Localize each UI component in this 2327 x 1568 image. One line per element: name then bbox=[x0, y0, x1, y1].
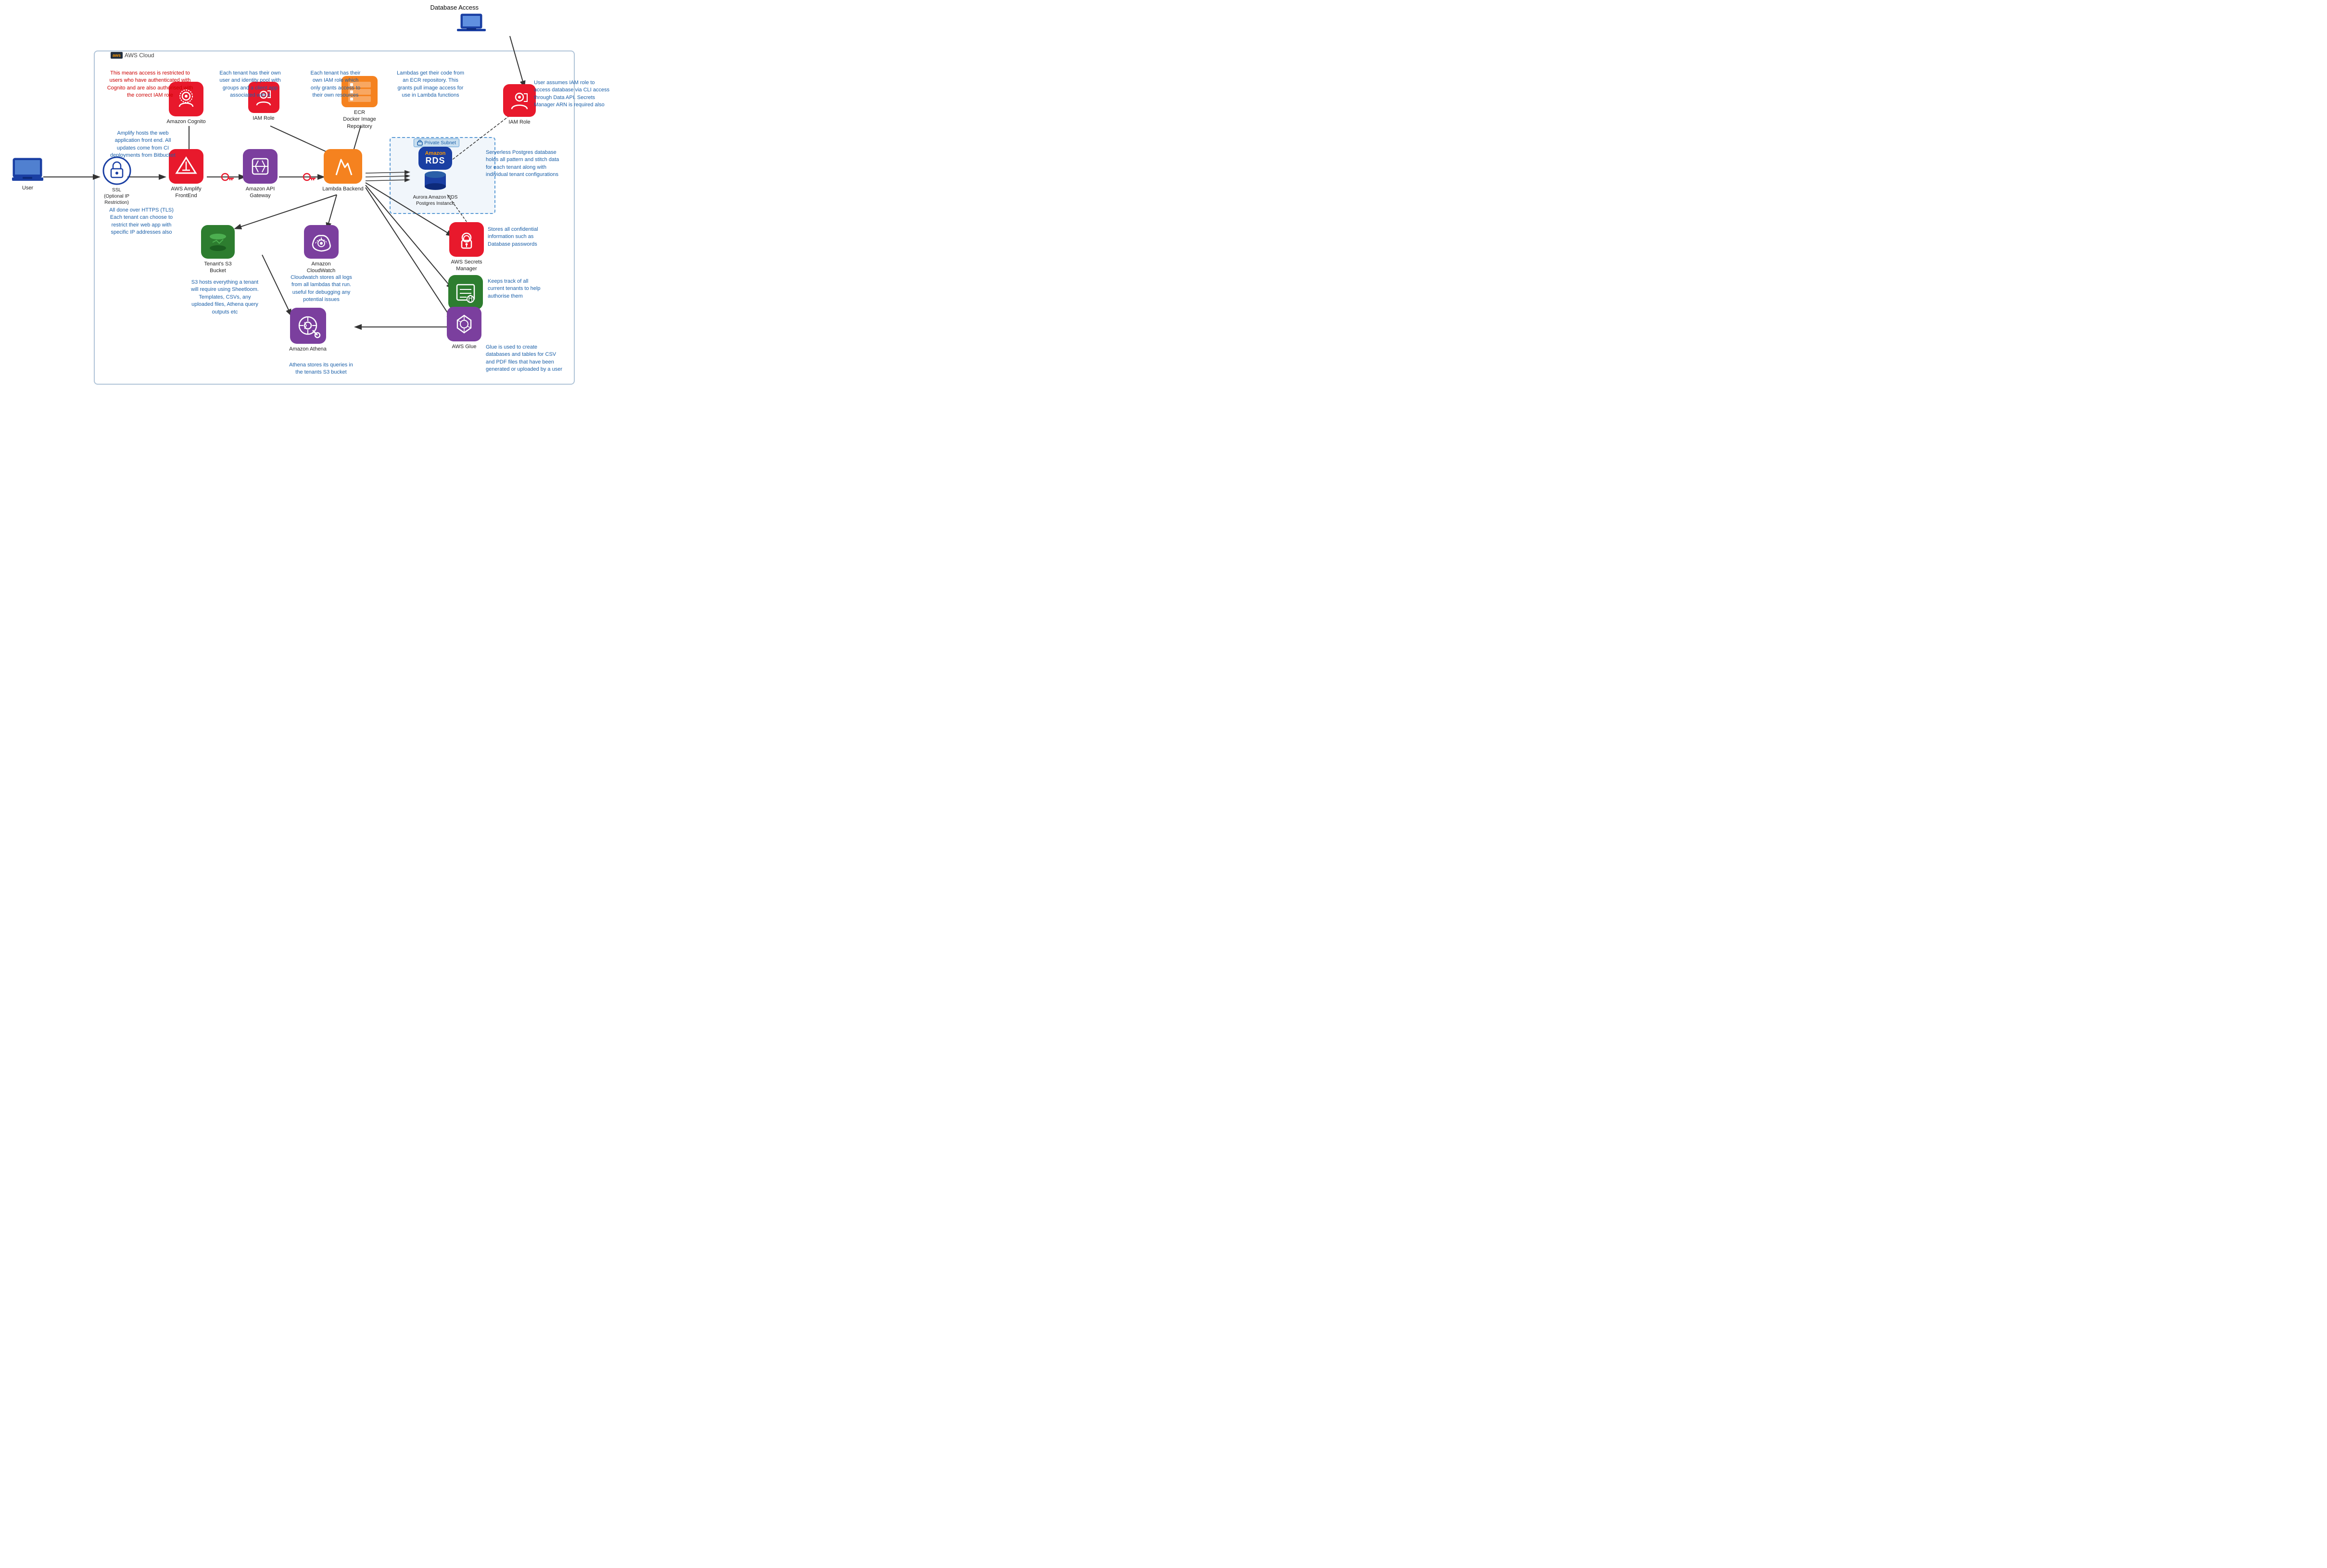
https-annotation: All done over HTTPS (TLS)Each tenant can… bbox=[103, 207, 179, 237]
db-laptop-icon bbox=[457, 12, 486, 38]
s3-icon-box: Tenant's S3Bucket bbox=[196, 225, 240, 275]
amplify-annotation: Amplify hosts the webapplication front e… bbox=[107, 130, 179, 160]
rds-label: Aurora Amazon RDSPostgres Instance bbox=[413, 194, 458, 207]
lambda-icon-box: Lambda Backend bbox=[319, 149, 367, 192]
key-icon-1 bbox=[220, 172, 235, 186]
ssl-icon-box: SSL(Optional IPRestriction) bbox=[99, 156, 135, 206]
glue-annotation: Glue is used to createdatabases and tabl… bbox=[486, 344, 575, 374]
access-restricted-annotation: This means access is restricted to users… bbox=[107, 70, 193, 100]
iam-role-right-icon-box: IAM Role bbox=[500, 84, 539, 125]
lambda-label: Lambda Backend bbox=[322, 186, 364, 192]
athena-annotation: Athena stores its queries inthe tenants … bbox=[277, 362, 366, 376]
aws-badge: aws bbox=[111, 52, 123, 59]
athena-icon-box: Amazon Athena bbox=[284, 308, 332, 352]
api-gateway-icon-box: Amazon APIGateway bbox=[239, 149, 282, 200]
user-label: User bbox=[22, 185, 33, 191]
glue-label: AWS Glue bbox=[452, 343, 477, 350]
parameter-annotation: Keeps track of allcurrent tenants to hel… bbox=[488, 278, 567, 300]
ecr-label: ECRDocker Image Repository bbox=[332, 109, 387, 130]
private-subnet-label: Private Subnet bbox=[414, 138, 459, 147]
cloudwatch-label: AmazonCloudWatch bbox=[307, 261, 336, 275]
cognito-label: Amazon Cognito bbox=[166, 118, 205, 125]
iam-center-annotation: Each tenant has theirown IAM role whicho… bbox=[298, 70, 373, 100]
user-icon-box: User bbox=[12, 156, 43, 191]
api-gateway-label: Amazon APIGateway bbox=[246, 186, 275, 200]
glue-icon-box: AWS Glue bbox=[443, 307, 486, 350]
iam-role-right-label: IAM Role bbox=[508, 119, 530, 125]
ecr-annotation: Lambdas get their code froman ECR reposi… bbox=[390, 70, 471, 100]
cloudwatch-icon-box: AmazonCloudWatch bbox=[298, 225, 344, 275]
rds-annotation: Serverless Postgres databaseholds all pa… bbox=[486, 149, 575, 179]
athena-label: Amazon Athena bbox=[289, 346, 327, 352]
iam-right-annotation: User assumes IAM role toaccess database … bbox=[534, 79, 618, 109]
cognito-annotation: Each tenant has their ownuser and identi… bbox=[212, 70, 289, 100]
rds-icon-box: AmazonRDS Aurora Amazon RDSPostgres Inst… bbox=[404, 147, 467, 207]
ssl-label: SSL(Optional IPRestriction) bbox=[104, 187, 129, 206]
cloudwatch-annotation: Cloudwatch stores all logsfrom all lambd… bbox=[281, 274, 362, 304]
secrets-icon-box: AWS SecretsManager bbox=[445, 222, 488, 273]
secrets-annotation: Stores all confidentialinformation such … bbox=[488, 226, 567, 248]
aws-cloud-label: aws AWS Cloud bbox=[111, 52, 154, 59]
key-icon-2 bbox=[302, 172, 316, 186]
db-access-label: Database Access bbox=[430, 4, 479, 11]
iam-role-center-label: IAM Role bbox=[253, 115, 274, 122]
amplify-label: AWS AmplifyFrontEnd bbox=[171, 186, 201, 200]
s3-label: Tenant's S3Bucket bbox=[204, 261, 231, 275]
main-container: Database Access aws AWS Cloud Private Su… bbox=[0, 0, 582, 392]
secrets-label: AWS SecretsManager bbox=[451, 259, 482, 273]
s3-annotation: S3 hosts everything a tenantwill require… bbox=[183, 279, 267, 316]
